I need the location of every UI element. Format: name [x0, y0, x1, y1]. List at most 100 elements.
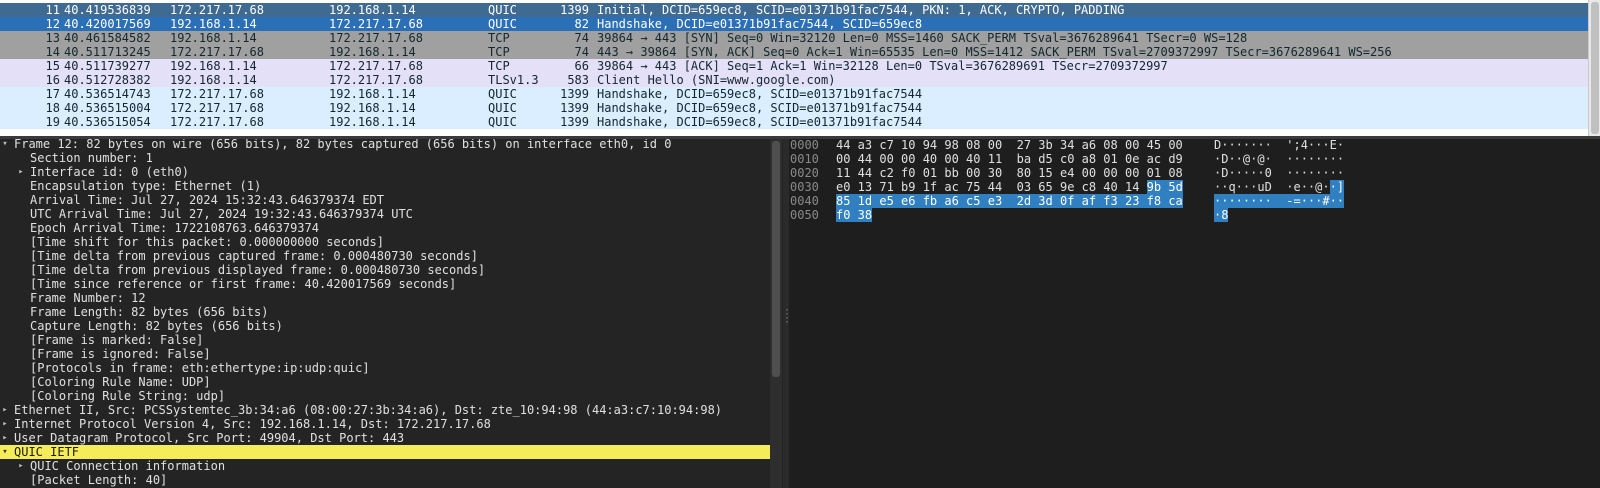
- detail-tree-item[interactable]: [Frame is marked: False]: [0, 333, 770, 347]
- bytes-hex[interactable]: f0 38: [836, 208, 873, 222]
- detail-tree-item[interactable]: ▾ QUIC IETF: [0, 445, 770, 459]
- bytes-row[interactable]: 0000 44 a3 c7 10 94 98 08 00 27 3b 34 a6 …: [789, 138, 1589, 152]
- expand-arrow-down-icon[interactable]: ▾: [0, 139, 10, 151]
- detail-tree-item[interactable]: Arrival Time: Jul 27, 2024 15:32:43.6463…: [0, 193, 770, 207]
- bytes-ascii[interactable]: ·D··@·@· ········: [1214, 152, 1344, 166]
- bytes-ascii-selected: ·8: [1214, 208, 1229, 222]
- packet-row[interactable]: 17 40.536514743 172.217.17.68 192.168.1.14 Q…: [0, 87, 1588, 101]
- detail-item-label: [Time shift for this packet: 0.000000000…: [30, 235, 385, 249]
- bytes-hex[interactable]: 44 a3 c7 10 94 98 08 00 27 3b 34 a6 08 0…: [836, 138, 1183, 152]
- packet-cell-no: 12: [45, 17, 60, 31]
- detail-tree-item[interactable]: Capture Length: 82 bytes (656 bits): [0, 319, 770, 333]
- detail-item-label: Frame Number: 12: [30, 291, 146, 305]
- bytes-row[interactable]: 0020 11 44 c2 f0 01 bb 00 30 80 15 e4 00 …: [789, 166, 1589, 180]
- detail-tree-item[interactable]: ▸ Ethernet II, Src: PCSSystemtec_3b:34:a6…: [0, 403, 770, 417]
- detail-tree-item[interactable]: ▾ Frame 12: 82 bytes on wire (656 bits), …: [0, 139, 770, 151]
- bytes-offset: 0030: [790, 180, 819, 194]
- expand-arrow-right-icon[interactable]: ▸: [0, 417, 10, 431]
- packet-cell-no: 15: [45, 59, 60, 73]
- detail-tree-item[interactable]: ▸ Interface id: 0 (eth0): [0, 165, 770, 179]
- detail-item-label: [Time since reference or first frame: 40…: [30, 277, 457, 291]
- details-scroll-thumb[interactable]: [772, 141, 780, 377]
- packet-cell-no: 11: [45, 3, 60, 17]
- packet-row[interactable]: 16 40.512728382 192.168.1.14 172.217.17.68 T…: [0, 73, 1588, 87]
- packet-cell-proto: QUIC: [488, 87, 517, 101]
- expand-arrow-down-icon[interactable]: ▾: [0, 445, 10, 459]
- packet-cell-proto: TCP: [488, 45, 510, 59]
- detail-item-label: [Packet Length: 40]: [30, 473, 168, 487]
- bytes-hex-segment: e0 13 71 b9 1f ac 75 44 03 65 9e c8 40 1…: [836, 180, 1147, 194]
- packet-cell-no: 14: [45, 45, 60, 59]
- packet-cell-no: 17: [45, 87, 60, 101]
- detail-tree-item[interactable]: Frame Number: 12: [0, 291, 770, 305]
- detail-tree-item[interactable]: [Time since reference or first frame: 40…: [0, 277, 770, 291]
- packet-bytes-pane[interactable]: 0000 44 a3 c7 10 94 98 08 00 27 3b 34 a6 …: [789, 138, 1600, 488]
- detail-tree-item[interactable]: ▸ Internet Protocol Version 4, Src: 192.1…: [0, 417, 770, 431]
- packet-list[interactable]: 11 40.419536839 172.217.17.68 192.168.1.14 Q…: [0, 0, 1600, 136]
- bytes-ascii-segment: ··q···uD ·e··@·: [1214, 180, 1330, 194]
- bytes-ascii[interactable]: ·8: [1214, 208, 1229, 222]
- bytes-hex[interactable]: 11 44 c2 f0 01 bb 00 30 80 15 e4 00 00 0…: [836, 166, 1183, 180]
- packet-row[interactable]: 12 40.420017569 192.168.1.14 172.217.17.68 Q…: [0, 17, 1588, 31]
- detail-tree-item[interactable]: [Time delta from previous displayed fram…: [0, 263, 770, 277]
- packet-cell-time: 40.511739277: [64, 59, 151, 73]
- packet-list-scroll-thumb[interactable]: [1591, 2, 1599, 134]
- detail-tree-item[interactable]: UTC Arrival Time: Jul 27, 2024 19:32:43.…: [0, 207, 770, 221]
- expand-arrow-right-icon[interactable]: ▸: [0, 403, 10, 417]
- packet-row[interactable]: 14 40.511713245 172.217.17.68 192.168.1.14 T…: [0, 45, 1588, 59]
- details-scrollbar[interactable]: [770, 139, 782, 488]
- packet-row[interactable]: 19 40.536515054 172.217.17.68 192.168.1.14 Q…: [0, 115, 1588, 129]
- bytes-hex[interactable]: 85 1d e5 e6 fb a6 c5 e3 2d 3d 0f af f3 2…: [836, 194, 1183, 208]
- packet-row[interactable]: 11 40.419536839 172.217.17.68 192.168.1.14 Q…: [0, 3, 1588, 17]
- detail-tree-item[interactable]: Epoch Arrival Time: 1722108763.646379374: [0, 221, 770, 235]
- bytes-hex-segment: 00 44 00 00 40 00 40 11 ba d5 c0 a8 01 0…: [836, 152, 1183, 166]
- detail-tree-item[interactable]: Frame Length: 82 bytes (656 bits): [0, 305, 770, 319]
- bytes-row[interactable]: 0010 00 44 00 00 40 00 40 11 ba d5 c0 a8 …: [789, 152, 1589, 166]
- detail-tree-item[interactable]: [Packet Length: 40]: [0, 473, 770, 487]
- detail-tree-item[interactable]: Section number: 1: [0, 151, 770, 165]
- detail-tree-item[interactable]: [Time shift for this packet: 0.000000000…: [0, 235, 770, 249]
- detail-tree-item[interactable]: [Coloring Rule Name: UDP]: [0, 375, 770, 389]
- bytes-row[interactable]: 0030 e0 13 71 b9 1f ac 75 44 03 65 9e c8 …: [789, 180, 1589, 194]
- bytes-ascii[interactable]: ·D·····0 ········: [1214, 166, 1344, 180]
- bytes-hex[interactable]: e0 13 71 b9 1f ac 75 44 03 65 9e c8 40 1…: [836, 180, 1183, 194]
- expand-arrow-right-icon[interactable]: ▸: [0, 431, 10, 445]
- bytes-ascii-segment: ·D··@·@· ········: [1214, 152, 1345, 166]
- detail-tree-item[interactable]: ▸ User Datagram Protocol, Src Port: 49904…: [0, 431, 770, 445]
- expand-arrow-right-icon[interactable]: ▸: [16, 165, 26, 179]
- packet-list-scrollbar[interactable]: [1588, 0, 1600, 136]
- packet-row[interactable]: 18 40.536515004 172.217.17.68 192.168.1.14 Q…: [0, 101, 1588, 115]
- packet-cell-src: 172.217.17.68: [170, 115, 264, 129]
- packet-cell-src: 172.217.17.68: [170, 3, 264, 17]
- detail-item-label: [Coloring Rule String: udp]: [30, 389, 226, 403]
- packet-details-pane[interactable]: ▾ Frame 12: 82 bytes on wire (656 bits), …: [0, 139, 783, 488]
- packet-cell-no: 16: [45, 73, 60, 87]
- bytes-hex-selected: f0 38: [836, 208, 873, 222]
- detail-tree-item[interactable]: [Frame is ignored: False]: [0, 347, 770, 361]
- detail-tree-item[interactable]: [Time delta from previous captured frame…: [0, 249, 770, 263]
- expand-arrow-right-icon[interactable]: ▸: [16, 459, 26, 473]
- detail-tree-item[interactable]: Encapsulation type: Ethernet (1): [0, 179, 770, 193]
- detail-tree-item[interactable]: [Protocols in frame: eth:ethertype:ip:ud…: [0, 361, 770, 375]
- packet-row[interactable]: 13 40.461584582 192.168.1.14 172.217.17.68 T…: [0, 31, 1588, 45]
- detail-item-label: QUIC IETF: [14, 445, 80, 459]
- detail-item-label: [Time delta from previous displayed fram…: [30, 263, 486, 277]
- packet-row[interactable]: 15 40.511739277 192.168.1.14 172.217.17.68 T…: [0, 59, 1588, 73]
- bytes-hex[interactable]: 00 44 00 00 40 00 40 11 ba d5 c0 a8 01 0…: [836, 152, 1183, 166]
- bytes-ascii[interactable]: D······· ';4···E·: [1214, 138, 1344, 152]
- bytes-hex-selected: 85 1d e5 e6 fb a6 c5 e3 2d 3d 0f af f3 2…: [836, 194, 1183, 208]
- bytes-ascii-selected: ·]: [1329, 180, 1345, 194]
- packet-cell-src: 192.168.1.14: [170, 59, 257, 73]
- detail-item-label: Internet Protocol Version 4, Src: 192.16…: [14, 417, 491, 431]
- detail-tree-item[interactable]: [Coloring Rule String: udp]: [0, 389, 770, 403]
- packet-cell-src: 172.217.17.68: [170, 101, 264, 115]
- packet-cell-dst: 172.217.17.68: [329, 73, 423, 87]
- bytes-ascii[interactable]: ········ -=···#··: [1214, 194, 1345, 208]
- packet-cell-proto: TLSv1.3: [488, 73, 539, 87]
- detail-tree-item[interactable]: ▸ QUIC Connection information: [0, 459, 770, 473]
- packet-cell-dst: 192.168.1.14: [329, 115, 416, 129]
- bytes-row[interactable]: 0040 85 1d e5 e6 fb a6 c5 e3 2d 3d 0f af …: [789, 194, 1589, 208]
- packet-cell-len: 1399: [560, 115, 589, 129]
- bytes-row[interactable]: 0050 f0 38 ·8: [789, 208, 1589, 222]
- bytes-ascii[interactable]: ··q···uD ·e··@··]: [1214, 180, 1345, 194]
